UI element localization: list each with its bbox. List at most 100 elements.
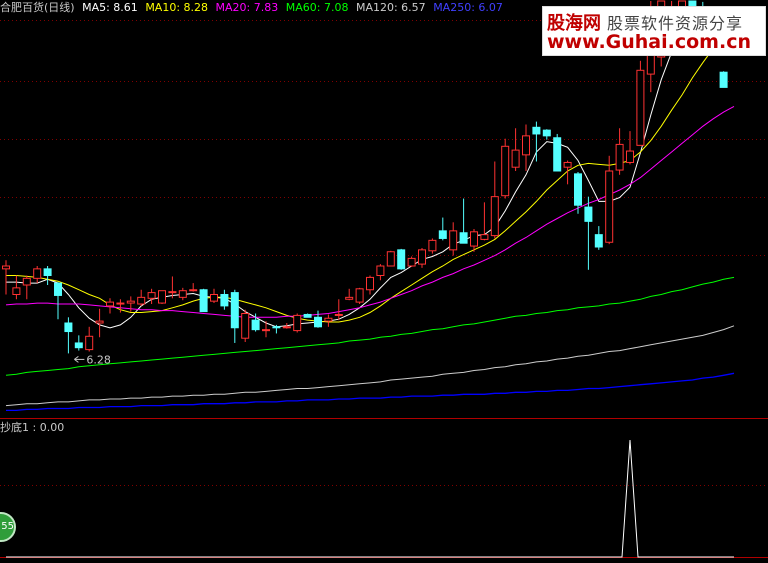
candle-body [532,126,541,135]
candle-42 [438,217,447,241]
candle-22 [230,289,239,343]
candle-57 [594,226,603,250]
candle-body [178,290,187,298]
candle-35 [366,275,374,295]
ma250-line [6,372,735,412]
candle-32 [334,299,343,321]
candle-52 [542,129,551,140]
stock-chart: 6.28 [0,0,768,558]
candle-body [126,300,135,304]
candle-body [407,257,416,267]
indicator-line [6,439,734,558]
candle-body [449,230,458,251]
candle-body [12,287,21,296]
candle-51 [532,121,541,162]
candle-9 [95,308,104,338]
candle-7 [74,335,83,351]
candle-body [386,251,395,267]
candle-15 [158,290,166,304]
candle-17 [178,287,187,301]
candle-body [490,196,499,237]
candle-3 [33,266,42,284]
candle-body [542,129,551,137]
candle-48 [501,138,510,199]
candle-56 [584,196,593,270]
candle-13 [137,289,146,306]
candle-body [553,137,562,172]
candle-23 [241,309,250,342]
candle-0 [2,260,10,295]
candle-body [272,326,281,329]
candle-body [293,314,302,332]
candle-28 [293,313,302,333]
candle-body [428,239,437,252]
candle-body [480,234,489,240]
candle-body [74,342,83,349]
ma5-legend: MA5: 8.61 [82,1,138,14]
candle-10 [106,298,114,314]
candle-21 [220,289,229,310]
candle-34 [355,287,364,304]
candle-body [282,326,291,329]
candle-30 [314,310,322,328]
candle-body [106,301,114,307]
candle-body [158,290,166,304]
candle-body [605,170,614,243]
candle-body [147,292,156,299]
candle-19 [199,288,208,313]
candle-body [64,322,73,333]
candle-body [459,232,468,244]
candle-body [366,276,374,291]
annotation-label: 6.28 [86,353,111,366]
candle-61 [636,60,645,146]
candle-36 [376,264,385,281]
candle-69 [719,71,728,88]
candle-body [501,145,510,197]
candle-body [626,150,634,163]
candle-50 [522,124,530,171]
candle-body [116,302,125,305]
ma-legend: 合肥百货(日线) MA5: 8.61 MA10: 8.28 MA20: 7.83… [0,0,507,16]
candle-body [584,206,593,222]
candle-37 [386,250,395,267]
ma20-legend: MA20: 7.83 [215,1,279,14]
candle-58 [605,155,614,245]
candle-body [303,313,312,318]
candle-43 [449,222,458,256]
candle-2 [22,275,31,300]
stock-name: 合肥百货(日线) [0,1,75,14]
candle-5 [54,282,62,320]
candle-29 [303,313,312,318]
candle-body [594,234,603,248]
candle-body [719,71,728,88]
candle-body [85,335,94,351]
candle-18 [189,283,198,292]
candle-33 [345,288,354,301]
candle-body [33,268,42,279]
candle-body [397,249,406,270]
candle-body [54,282,62,296]
indicator-label: 抄底1 : 0.00 [0,421,65,434]
candle-60 [626,131,634,165]
ma10-legend: MA10: 8.28 [145,1,209,14]
candle-body [251,319,260,331]
candle-body [355,288,364,303]
candle-body [189,289,198,292]
logo-url: www.Guhai.com.cn [547,31,751,53]
candle-53 [553,133,562,172]
candle-38 [397,248,406,270]
candle-31 [324,314,333,327]
guhai-logo: 股海网 股票软件资源分享 www.Guhai.com.cn [542,6,766,56]
candle-body [522,135,530,156]
candle-body [43,268,52,277]
candle-body [230,292,239,329]
candle-body [334,313,343,316]
candle-body [636,69,645,146]
candle-54 [563,160,572,185]
candle-body [511,149,520,168]
candle-20 [210,288,218,304]
ma250-legend: MA250: 6.07 [433,1,503,14]
candle-body [22,277,31,286]
candle-47 [490,161,499,239]
candle-6 [64,317,73,354]
